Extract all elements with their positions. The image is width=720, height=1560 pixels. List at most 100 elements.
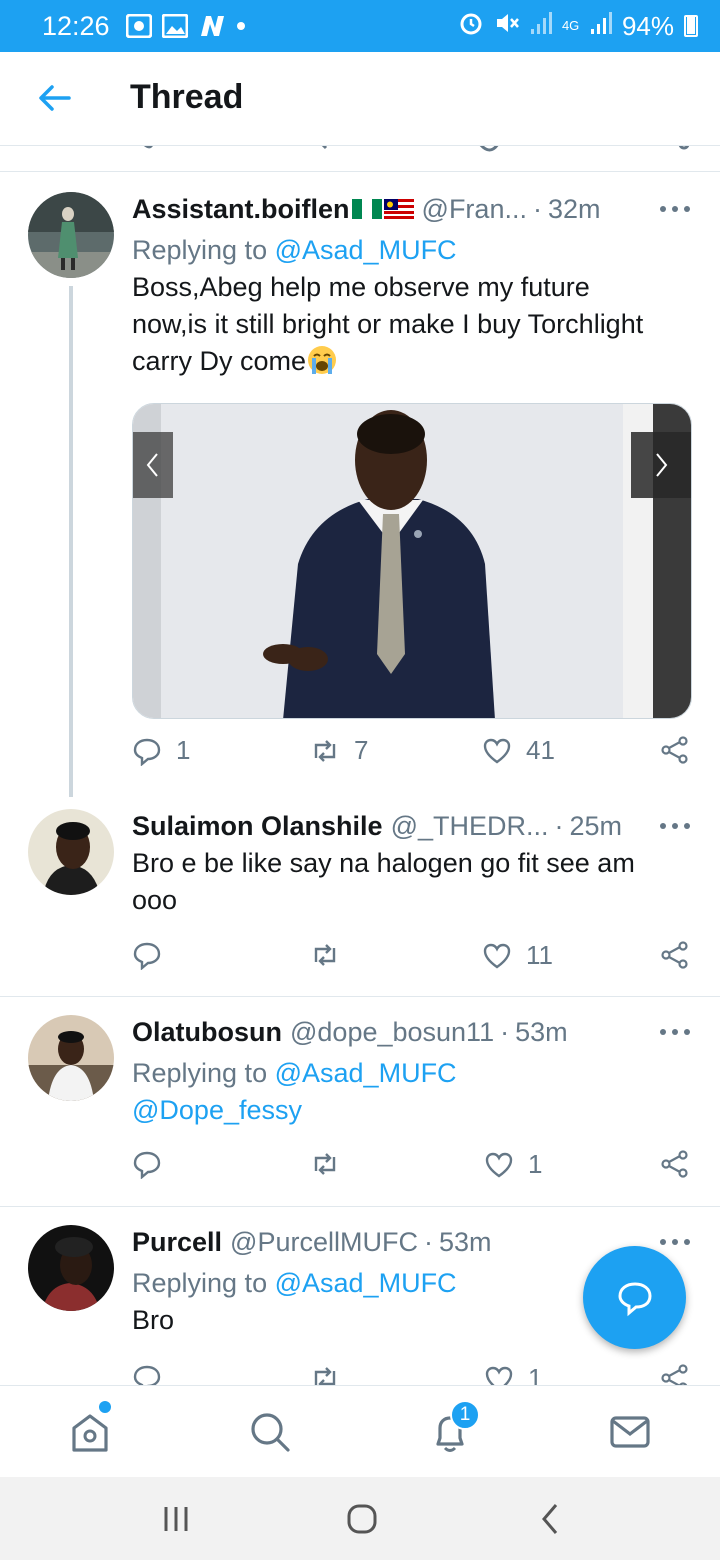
status-bar: 12:26 4G 94% (0, 0, 720, 52)
previous-image-icon[interactable] (133, 432, 173, 498)
tweet-actions: 1 7 41 (132, 735, 692, 775)
screenshot-notification-icon (125, 14, 152, 38)
tweet-image[interactable] (132, 403, 692, 719)
status-time: 12:26 (42, 10, 110, 41)
thread-header: Thread (0, 52, 720, 146)
avatar[interactable] (28, 809, 114, 895)
messages-icon (610, 1416, 650, 1448)
tweet[interactable]: Assistant.boiflen @Fran... · 32m Replyin… (0, 172, 720, 797)
tweet-header: Sulaimon Olanshile @_THEDR... · 25m (132, 809, 623, 843)
retweet-icon (314, 944, 336, 966)
recent-apps-button[interactable] (156, 1499, 196, 1539)
mention-link[interactable]: @Asad_MUFC (275, 1268, 457, 1298)
reply-bubble-icon (617, 1281, 652, 1316)
page-title: Thread (130, 78, 244, 116)
share-icon (661, 1364, 688, 1385)
more-notifications-dot-icon (236, 21, 246, 31)
reply-button[interactable]: 1 (132, 735, 190, 766)
app-notification-icon (198, 14, 226, 38)
tweet-text: Bro e be like say na halogen go fit see … (132, 848, 635, 915)
gallery-notification-icon (161, 14, 188, 38)
tweet-text: @Dope_fessy (132, 1092, 697, 1129)
reply-button[interactable] (132, 1363, 162, 1385)
heart-icon (483, 943, 511, 968)
previous-tweet-actions (0, 146, 720, 172)
mention-link[interactable]: @Asad_MUFC (275, 235, 457, 265)
avatar[interactable] (28, 192, 114, 278)
tweet-time: 25m (569, 811, 623, 841)
home-tab[interactable] (66, 1408, 114, 1456)
share-icon (661, 736, 688, 764)
reply-button[interactable] (132, 940, 162, 970)
notification-badge: 1 (450, 1400, 480, 1430)
back-system-button[interactable] (530, 1499, 570, 1539)
reply-icon (133, 1365, 161, 1385)
tweet[interactable]: Olatubosun @dope_bosun11 · 53m Replying … (0, 997, 720, 1207)
like-button[interactable]: 41 (482, 735, 555, 766)
heart-icon (483, 738, 511, 763)
search-tab[interactable] (246, 1408, 294, 1456)
replying-to: Replying to @Asad_MUFC (132, 1058, 457, 1088)
avatar[interactable] (28, 1015, 114, 1101)
messages-tab[interactable] (606, 1408, 654, 1456)
crying-face-icon (308, 346, 337, 374)
bottom-navigation (0, 1385, 720, 1477)
thread-connector-line (69, 286, 73, 797)
more-options-icon[interactable] (660, 821, 690, 831)
tweet-text: Boss,Abeg help me observe my future now,… (132, 272, 644, 376)
user-handle: @Fran... (421, 194, 527, 224)
battery-percentage: 94% (621, 10, 674, 41)
search-icon (251, 1413, 290, 1452)
tweet-time: 53m (438, 1227, 492, 1257)
tweet-header: Assistant.boiflen @Fran... · 32m (132, 192, 601, 226)
mention-link[interactable]: @Dope_fessy (132, 1095, 302, 1125)
malaysia-flag-icon (383, 199, 414, 219)
display-name[interactable]: Olatubosun (132, 1015, 282, 1049)
nigeria-flag-icon (351, 199, 382, 219)
more-options-icon[interactable] (660, 204, 690, 214)
compose-reply-button[interactable] (583, 1246, 686, 1349)
share-button[interactable] (660, 735, 690, 765)
system-navigation-bar (0, 1477, 720, 1560)
display-name[interactable]: Assistant.boiflen (132, 192, 350, 226)
tweet-actions: 1 (132, 1149, 692, 1189)
mention-link[interactable]: @Asad_MUFC (275, 1058, 457, 1088)
user-handle: @PurcellMUFC (230, 1227, 418, 1257)
replying-to: Replying to @Asad_MUFC (132, 235, 457, 265)
reply-icon (133, 738, 161, 766)
share-button[interactable] (660, 1363, 690, 1385)
like-button[interactable]: 1 (484, 1363, 542, 1385)
reply-icon (133, 1151, 161, 1179)
next-image-icon[interactable] (631, 432, 691, 498)
recent-apps-icon (164, 1507, 188, 1531)
heart-icon (485, 1366, 513, 1385)
tweet-time: 53m (515, 1017, 568, 1047)
signal-icon-2 (590, 11, 612, 42)
home-new-indicator (99, 1401, 111, 1413)
share-button[interactable] (660, 940, 690, 970)
back-arrow-icon[interactable] (36, 80, 72, 116)
retweet-button[interactable] (310, 940, 340, 970)
more-options-icon[interactable] (660, 1027, 690, 1037)
avatar[interactable] (28, 1225, 114, 1311)
more-options-icon[interactable] (660, 1237, 690, 1247)
home-icon (72, 1414, 108, 1452)
tweet-actions: 1 (132, 1363, 692, 1385)
tweet-actions: 11 (132, 940, 692, 980)
share-button[interactable] (660, 1149, 690, 1179)
like-button[interactable]: 1 (484, 1149, 542, 1180)
alarm-icon (458, 10, 484, 43)
like-button[interactable]: 11 (482, 940, 553, 971)
retweet-button[interactable] (310, 1363, 340, 1385)
retweet-button[interactable] (310, 1149, 340, 1179)
home-circle-icon (347, 1504, 377, 1534)
retweet-button[interactable]: 7 (310, 735, 368, 766)
signal-icon (530, 11, 552, 42)
reply-button[interactable] (132, 1149, 162, 1179)
display-name[interactable]: Sulaimon Olanshile (132, 809, 383, 843)
user-handle: @dope_bosun11 (290, 1017, 495, 1047)
tweet[interactable]: Sulaimon Olanshile @_THEDR... · 25m Bro … (0, 797, 720, 997)
display-name[interactable]: Purcell (132, 1225, 222, 1259)
tweet-time: 32m (547, 194, 601, 224)
home-system-button[interactable] (342, 1499, 382, 1539)
